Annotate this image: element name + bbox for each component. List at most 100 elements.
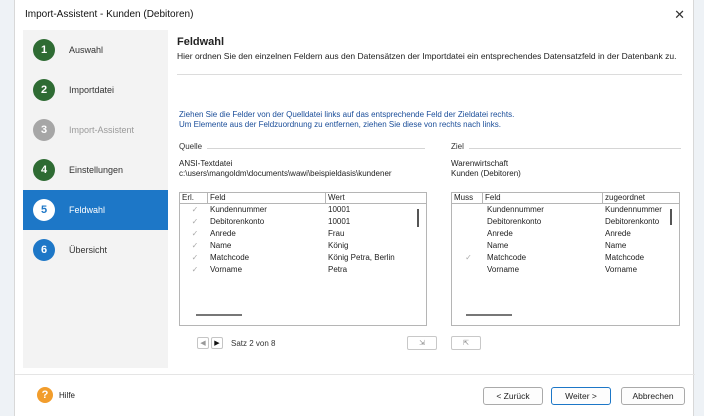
target-fields-table[interactable]: Muss Feld zugeordnet Kundennummer Kunden…	[451, 192, 680, 326]
table-row[interactable]: Anrede Anrede	[452, 228, 679, 240]
back-button[interactable]: < Zurück	[483, 387, 543, 405]
cancel-button[interactable]: Abbrechen	[621, 387, 685, 405]
unassign-field-button[interactable]: ⇱	[451, 336, 481, 350]
horizontal-scrollbar[interactable]	[196, 314, 242, 316]
field-name: Anrede	[210, 229, 236, 238]
footer-divider	[15, 374, 695, 375]
field-value: König Petra, Berlin	[328, 253, 395, 262]
source-group-label: Quelle	[179, 142, 203, 151]
field-value: 10001	[328, 205, 351, 214]
source-description: ANSI-Textdatei c:\users\mangoldm\documen…	[179, 159, 431, 179]
field-value: 10001	[328, 217, 351, 226]
next-button[interactable]: Weiter >	[551, 387, 611, 405]
column-header-muss[interactable]: Muss	[452, 193, 483, 203]
check-icon: ✓	[191, 205, 199, 214]
field-name: Kundennummer	[210, 205, 267, 214]
assigned-field: Matchcode	[605, 253, 645, 262]
table-row[interactable]: ✓ Matchcode König Petra, Berlin	[180, 252, 426, 264]
table-row[interactable]: Kundennummer Kundennummer	[452, 204, 679, 216]
target-group-line	[469, 148, 681, 149]
field-value: König	[328, 241, 349, 250]
assigned-field: Kundennummer	[605, 205, 662, 214]
target-table-header: Muss Feld zugeordnet	[452, 193, 679, 204]
check-icon: ✓	[191, 217, 199, 226]
table-row[interactable]: ✓ Vorname Petra	[180, 264, 426, 276]
step-uebersicht[interactable]: 6 Übersicht	[23, 230, 168, 270]
check-icon	[452, 204, 483, 216]
table-row[interactable]: ✓ Kundennummer 10001	[180, 204, 426, 216]
step-importdatei[interactable]: 2 Importdatei	[23, 70, 168, 110]
import-wizard-window: Import-Assistent - Kunden (Debitoren) ✕ …	[14, 0, 695, 416]
check-icon: ✓	[191, 253, 199, 262]
help-label: Hilfe	[59, 390, 76, 400]
step-number-badge: 4	[33, 159, 55, 181]
check-icon	[452, 240, 483, 252]
source-fields-table[interactable]: Erl. Feld Wert ✓ Kundennummer 10001 ✓ De…	[179, 192, 427, 326]
field-value: Frau	[328, 229, 345, 238]
check-icon: ✓	[465, 253, 472, 262]
target-group-label: Ziel	[451, 142, 464, 151]
step-label: Auswahl	[69, 45, 104, 55]
background-right	[694, 0, 704, 416]
field-name: Anrede	[487, 229, 513, 238]
main-panel: Feldwahl Hier ordnen Sie den einzelnen F…	[177, 30, 682, 350]
field-name: Debitorenkonto	[210, 217, 265, 226]
record-navigation: ◀ ▶ Satz 2 von 8	[197, 337, 275, 349]
target-type: Warenwirtschaft	[451, 159, 509, 168]
check-icon: ✓	[191, 229, 199, 238]
step-number-badge: 1	[33, 39, 55, 61]
assigned-field: Name	[605, 241, 627, 250]
table-row[interactable]: ✓ Matchcode Matchcode	[452, 252, 679, 264]
field-name: Vorname	[487, 265, 520, 274]
table-row[interactable]: Debitorenkonto Debitorenkonto	[452, 216, 679, 228]
step-feldwahl[interactable]: 5 Feldwahl	[23, 190, 168, 230]
field-name: Name	[210, 241, 232, 250]
help-link[interactable]: ? Hilfe	[37, 387, 75, 403]
column-header-feld[interactable]: Feld	[483, 193, 603, 203]
step-import-assistent: 3 Import-Assistent	[23, 110, 168, 150]
step-number-badge: 6	[33, 239, 55, 261]
background-left	[0, 0, 14, 416]
assign-field-button[interactable]: ⇲	[407, 336, 437, 350]
next-record-button[interactable]: ▶	[211, 337, 223, 349]
table-row[interactable]: Name Name	[452, 240, 679, 252]
step-number-badge: 2	[33, 79, 55, 101]
field-name: Debitorenkonto	[487, 217, 542, 226]
field-name: Matchcode	[210, 253, 250, 262]
page-title: Feldwahl	[177, 36, 225, 48]
step-auswahl[interactable]: 1 Auswahl	[23, 30, 168, 70]
check-icon: ✓	[191, 241, 199, 250]
check-icon: ✓	[191, 265, 199, 274]
column-header-wert[interactable]: Wert	[326, 193, 426, 203]
instruction-line-2: Um Elemente aus der Feldzuordnung zu ent…	[179, 120, 501, 129]
column-header-erl[interactable]: Erl.	[180, 193, 208, 203]
record-counter: Satz 2 von 8	[231, 338, 276, 348]
help-icon: ?	[37, 387, 53, 403]
target-description: Warenwirtschaft Kunden (Debitoren)	[451, 159, 681, 179]
header-divider	[177, 74, 682, 75]
column-header-feld[interactable]: Feld	[208, 193, 326, 203]
step-einstellungen[interactable]: 4 Einstellungen	[23, 150, 168, 190]
table-row[interactable]: ✓ Anrede Frau	[180, 228, 426, 240]
assigned-field: Vorname	[605, 265, 638, 274]
close-icon[interactable]: ✕	[674, 0, 685, 30]
source-type: ANSI-Textdatei	[179, 159, 233, 168]
step-number-badge: 5	[33, 199, 55, 221]
horizontal-scrollbar[interactable]	[466, 314, 512, 316]
source-table-header: Erl. Feld Wert	[180, 193, 426, 204]
field-name: Kundennummer	[487, 205, 544, 214]
table-row[interactable]: ✓ Debitorenkonto 10001	[180, 216, 426, 228]
instruction-line-1: Ziehen Sie die Felder von der Quelldatei…	[179, 110, 515, 119]
step-number-badge: 3	[33, 119, 55, 141]
table-row[interactable]: ✓ Name König	[180, 240, 426, 252]
vertical-scrollbar[interactable]	[417, 209, 419, 227]
instructions: Ziehen Sie die Felder von der Quelldatei…	[179, 110, 514, 130]
field-value: Petra	[328, 265, 348, 274]
previous-record-button[interactable]: ◀	[197, 337, 209, 349]
step-label: Einstellungen	[69, 165, 124, 175]
window-title: Import-Assistent - Kunden (Debitoren)	[25, 9, 194, 20]
column-header-zugeordnet[interactable]: zugeordnet	[603, 193, 679, 203]
vertical-scrollbar[interactable]	[670, 209, 672, 225]
step-label: Import-Assistent	[69, 125, 135, 135]
table-row[interactable]: Vorname Vorname	[452, 264, 679, 276]
